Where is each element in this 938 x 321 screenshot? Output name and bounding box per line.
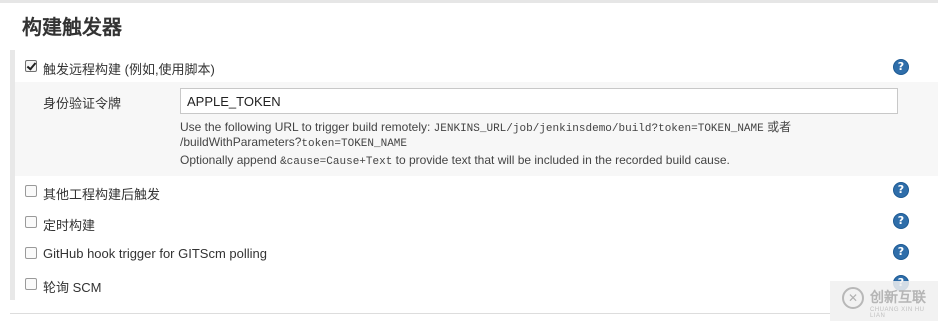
desc-line1-suffix: 或者 [763, 120, 792, 134]
desc-line3-prefix: Optionally append [180, 153, 281, 167]
desc-line1-prefix: Use the following URL to trigger build r… [180, 120, 434, 134]
upstream-build-checkbox[interactable] [25, 185, 37, 197]
trigger-periodic-build[interactable]: 定时构建 [15, 208, 938, 238]
desc-line3-code: &cause=Cause+Text [280, 156, 393, 168]
top-border [0, 0, 938, 3]
section-bottom-divider [10, 313, 830, 314]
auth-token-input[interactable] [180, 88, 898, 114]
auth-token-label: 身份验证令牌 [43, 96, 122, 111]
trigger-github-hook[interactable]: GitHub hook trigger for GITScm polling [15, 239, 938, 269]
remote-build-checkbox[interactable] [25, 60, 37, 72]
remote-build-label: 触发远程构建 (例如,使用脚本) [43, 62, 215, 77]
desc-line2-prefix: /buildWithParameters? [180, 135, 302, 149]
poll-scm-label: 轮询 SCM [43, 280, 102, 295]
upstream-build-label: 其他工程构建后触发 [43, 187, 161, 202]
trigger-url-description-2: /buildWithParameters?token=TOKEN_NAME [180, 135, 407, 150]
watermark-text: 创新互联 [870, 289, 926, 305]
github-hook-label: GitHub hook trigger for GITScm polling [43, 246, 267, 261]
poll-scm-checkbox[interactable] [25, 278, 37, 290]
periodic-build-checkbox[interactable] [25, 216, 37, 228]
help-icon[interactable]: ? [893, 213, 909, 229]
watermark-subtext: CHUANG XIN HU LIAN [870, 307, 925, 319]
desc-line1-code: JENKINS_URL/job/jenkinsdemo/build?token=… [433, 123, 764, 135]
trigger-poll-scm[interactable]: 轮询 SCM [15, 270, 938, 300]
help-icon[interactable]: ? [893, 244, 909, 260]
trigger-url-description: Use the following URL to trigger build r… [180, 118, 791, 135]
periodic-build-label: 定时构建 [43, 218, 96, 233]
help-icon[interactable]: ? [893, 182, 909, 198]
help-icon[interactable]: ? [893, 59, 909, 75]
watermark: ✕ 创新互联 CHUANG XIN HU LIAN [830, 281, 938, 321]
desc-line3-suffix: to provide text that will be included in… [392, 153, 730, 167]
cause-description: Optionally append &cause=Cause+Text to p… [180, 153, 730, 168]
trigger-remote-build[interactable]: 触发远程构建 (例如,使用脚本) [15, 52, 938, 82]
desc-line2-code: token=TOKEN_NAME [301, 138, 408, 150]
trigger-upstream-build[interactable]: 其他工程构建后触发 [15, 177, 938, 207]
section-title: 构建触发器 [22, 17, 122, 39]
github-hook-checkbox[interactable] [25, 247, 37, 259]
watermark-logo-icon: ✕ [842, 287, 864, 309]
